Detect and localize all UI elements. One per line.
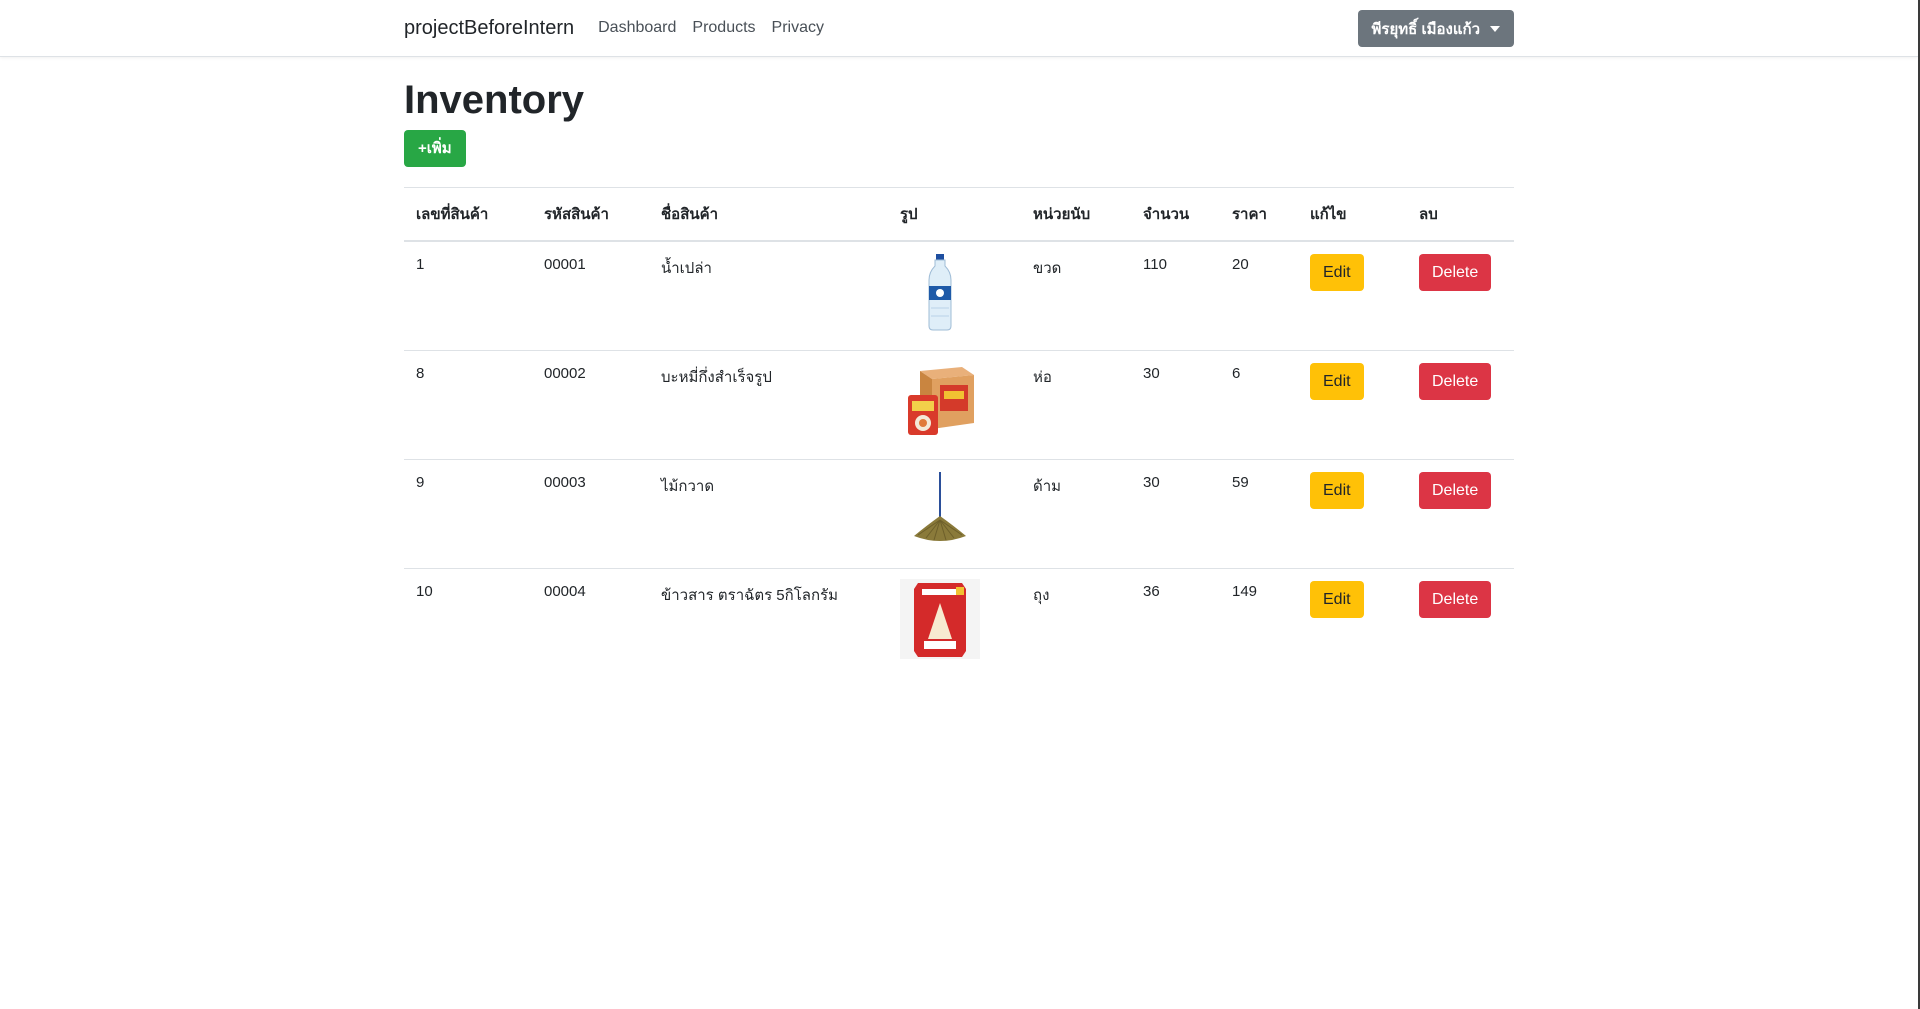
cell-delete: Delete	[1407, 350, 1514, 460]
cell-quantity: 110	[1131, 240, 1220, 351]
cell-product-code: 00003	[532, 459, 649, 569]
nav-link-products[interactable]: Products	[692, 19, 755, 37]
cell-delete: Delete	[1407, 240, 1514, 351]
cell-product-name: บะหมี่กึ่งสำเร็จรูป	[649, 350, 888, 460]
page: projectBeforeIntern Dashboard Products P…	[0, 0, 1920, 1009]
inventory-table: เลขที่สินค้า รหัสสินค้า ชื่อสินค้า รูป ห…	[404, 187, 1514, 677]
edit-button[interactable]: Edit	[1310, 363, 1364, 400]
table-row: 9 00003 ไม้กวาด ด้าม 30 59 Edit Delete	[404, 459, 1514, 569]
cell-product-no: 1	[404, 240, 532, 351]
delete-button[interactable]: Delete	[1419, 254, 1492, 291]
cell-product-code: 00004	[532, 568, 649, 677]
add-button[interactable]: +เพิ่ม	[404, 130, 466, 167]
nav-link-privacy[interactable]: Privacy	[772, 19, 824, 37]
header-delete: ลบ	[1407, 187, 1514, 242]
cell-image	[888, 459, 1021, 569]
table-header-row: เลขที่สินค้า รหัสสินค้า ชื่อสินค้า รูป ห…	[404, 187, 1514, 242]
cell-price: 149	[1220, 568, 1298, 677]
water-bottle-image	[928, 254, 952, 331]
cell-product-code: 00002	[532, 350, 649, 460]
header-image: รูป	[888, 187, 1021, 242]
cell-quantity: 30	[1131, 350, 1220, 460]
cell-quantity: 30	[1131, 459, 1220, 569]
table-row: 10 00004 ข้าวสาร ตราฉัตร 5กิโลกรัม ถุง 3…	[404, 568, 1514, 677]
navbar-container: projectBeforeIntern Dashboard Products P…	[404, 0, 1514, 56]
cell-price: 6	[1220, 350, 1298, 460]
instant-noodle-image	[908, 367, 974, 435]
user-dropdown-button[interactable]: พีรยุทธิ์ เมืองแก้ว	[1357, 10, 1514, 47]
cell-quantity: 36	[1131, 568, 1220, 677]
edit-button[interactable]: Edit	[1310, 472, 1364, 509]
header-product-no: เลขที่สินค้า	[404, 187, 532, 242]
cell-image	[888, 350, 1021, 460]
delete-button[interactable]: Delete	[1419, 581, 1492, 618]
cell-image	[888, 240, 1021, 351]
cell-edit: Edit	[1298, 568, 1407, 677]
navbar: projectBeforeIntern Dashboard Products P…	[0, 0, 1918, 57]
main-content: Inventory +เพิ่ม เลขที่สินค้า รหัสสินค้า…	[404, 56, 1514, 677]
cell-product-no: 8	[404, 350, 532, 460]
page-title: Inventory	[404, 78, 585, 122]
header-unit: หน่วยนับ	[1021, 187, 1131, 242]
nav-link-dashboard[interactable]: Dashboard	[598, 19, 676, 37]
header-product-code: รหัสสินค้า	[532, 187, 649, 242]
edit-button[interactable]: Edit	[1310, 581, 1364, 618]
cell-product-no: 10	[404, 568, 532, 677]
cell-delete: Delete	[1407, 459, 1514, 569]
rice-bag-image	[900, 579, 980, 659]
table-row: 8 00002 บะหมี่กึ่งสำเร็จรูป ห่อ 30 6 Edi…	[404, 350, 1514, 460]
caret-down-icon	[1490, 25, 1500, 32]
table-row: 1 00001 น้ำเปล่า ขวด 110 20 Edit Delete	[404, 240, 1514, 351]
header-price: ราคา	[1220, 187, 1298, 242]
user-name: พีรยุทธิ์ เมืองแก้ว	[1371, 20, 1480, 38]
cell-edit: Edit	[1298, 459, 1407, 569]
cell-price: 20	[1220, 240, 1298, 351]
cell-edit: Edit	[1298, 350, 1407, 460]
delete-button[interactable]: Delete	[1419, 472, 1492, 509]
cell-product-code: 00001	[532, 240, 649, 351]
cell-price: 59	[1220, 459, 1298, 569]
cell-image	[888, 568, 1021, 677]
cell-delete: Delete	[1407, 568, 1514, 677]
edit-button[interactable]: Edit	[1310, 254, 1364, 291]
cell-unit: ขวด	[1021, 240, 1131, 351]
cell-edit: Edit	[1298, 240, 1407, 351]
header-quantity: จำนวน	[1131, 187, 1220, 242]
delete-button[interactable]: Delete	[1419, 363, 1492, 400]
broom-image	[914, 472, 966, 541]
cell-unit: ถุง	[1021, 568, 1131, 677]
header-product-name: ชื่อสินค้า	[649, 187, 888, 242]
cell-product-name: ข้าวสาร ตราฉัตร 5กิโลกรัม	[649, 568, 888, 677]
cell-unit: ด้าม	[1021, 459, 1131, 569]
header-edit: แก้ไข	[1298, 187, 1407, 242]
cell-unit: ห่อ	[1021, 350, 1131, 460]
cell-product-no: 9	[404, 459, 532, 569]
brand-link[interactable]: projectBeforeIntern	[404, 17, 574, 40]
cell-product-name: ไม้กวาด	[649, 459, 888, 569]
cell-product-name: น้ำเปล่า	[649, 240, 888, 351]
